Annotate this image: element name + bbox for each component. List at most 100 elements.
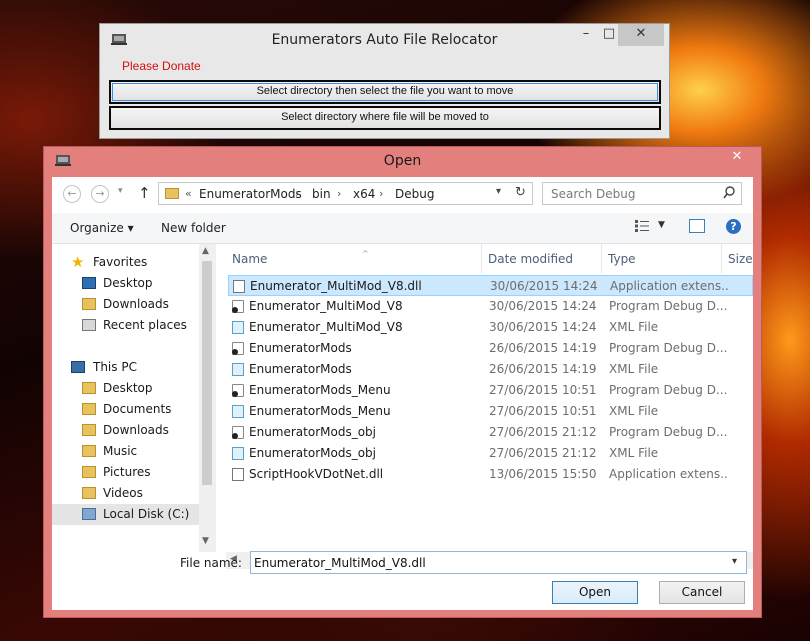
view-dropdown-icon[interactable]: ▼ [658,220,665,230]
file-type: XML File [609,446,659,460]
preview-pane-icon[interactable] [689,219,705,233]
folder-icon [165,188,179,199]
nav-favorites[interactable]: ★ Favorites [52,252,202,273]
file-date: 30/06/2015 14:24 [490,279,598,293]
help-icon[interactable]: ? [726,219,741,234]
view-options-icon[interactable] [635,220,649,232]
star-icon: ★ [71,253,85,271]
column-header-type[interactable]: Type [602,244,722,274]
forward-button[interactable]: → [91,185,109,203]
file-row[interactable]: ScriptHookVDotNet.dll 13/06/2015 15:50 App… [228,464,753,485]
file-date: 26/06/2015 14:19 [489,362,597,376]
nav-item-recent-places[interactable]: Recent places [52,315,202,336]
app-titlebar[interactable]: Enumerators Auto File Relocator – □ ✕ [100,24,669,56]
file-row[interactable]: EnumeratorMods_obj 27/06/2015 21:12 XML Fi… [228,443,753,464]
column-header-date[interactable]: Date modified [482,244,602,274]
column-header-size[interactable]: Size [722,244,753,274]
select-file-button[interactable]: Select directory then select the file yo… [109,80,661,104]
file-date: 30/06/2015 14:24 [489,320,597,334]
file-row[interactable]: EnumeratorMods_Menu 27/06/2015 10:51 XML F… [228,401,753,422]
file-date: 13/06/2015 15:50 [489,467,597,481]
file-row[interactable]: EnumeratorMods 26/06/2015 14:19 Program De… [228,338,753,359]
file-type: Application extens... [609,467,729,481]
file-date: 27/06/2015 21:12 [489,425,597,439]
search-placeholder: Search Debug [551,187,636,201]
breadcrumb-item[interactable]: bin [312,187,331,201]
breadcrumb-separator[interactable]: › [295,187,299,200]
back-button[interactable]: ← [63,185,81,203]
breadcrumb-separator[interactable]: › [337,187,341,200]
recent-places-icon [82,319,96,331]
close-button[interactable]: ✕ [618,24,664,46]
nav-item-local-disk[interactable]: Local Disk (C:) [52,504,202,525]
file-type: Program Debug D... [609,299,728,313]
file-name: EnumeratorMods_obj [249,425,376,439]
file-row[interactable]: Enumerator_MultiMod_V8 30/06/2015 14:24 XM… [228,317,753,338]
file-type: XML File [609,320,659,334]
donate-link[interactable]: Please Donate [122,59,201,73]
nav-item-pictures[interactable]: Pictures [52,462,202,483]
navigation-bar: ← → ▾ ↑ « EnumeratorMods › bin › x64 › D… [52,177,753,213]
file-row[interactable]: EnumeratorMods_obj 27/06/2015 21:12 Progra… [228,422,753,443]
file-date: 27/06/2015 21:12 [489,446,597,460]
breadcrumb-item[interactable]: x64 [353,187,375,201]
open-button[interactable]: Open [552,581,638,604]
up-button[interactable]: ↑ [138,184,151,202]
nav-item-desktop[interactable]: Desktop [52,273,202,294]
nav-item-label: Downloads [103,423,169,437]
file-row[interactable]: Enumerator_MultiMod_V8 30/06/2015 14:24 Pr… [228,296,753,317]
scroll-thumb[interactable] [202,261,212,485]
scroll-up-icon[interactable]: ▲ [202,246,209,256]
file-date: 26/06/2015 14:19 [489,341,597,355]
nav-item-label: Documents [103,402,172,416]
file-row[interactable]: EnumeratorMods_Menu 27/06/2015 10:51 Progr… [228,380,753,401]
cancel-button[interactable]: Cancel [659,581,745,604]
dialog-close-button[interactable]: ✕ [714,147,760,169]
file-row[interactable]: Enumerator_MultiMod_V8.dll 30/06/2015 14:… [228,275,753,296]
xml-file-icon [232,321,244,334]
nav-item-label: Desktop [103,276,153,290]
recent-locations-dropdown[interactable]: ▾ [118,186,123,196]
nav-this-pc[interactable]: This PC [52,357,202,378]
file-date: 30/06/2015 14:24 [489,299,597,313]
refresh-icon[interactable]: ↻ [515,185,526,200]
address-bar[interactable]: « EnumeratorMods › bin › x64 › Debug ▾ ↻ [158,182,533,205]
file-name-input[interactable]: Enumerator_MultiMod_V8.dll ▾ [250,551,747,574]
file-type: Program Debug D... [609,341,728,355]
search-input[interactable]: Search Debug [542,182,742,205]
nav-item-downloads[interactable]: Downloads [52,294,202,315]
nav-item-documents[interactable]: Documents [52,399,202,420]
chevron-down-icon[interactable]: ▾ [732,556,737,567]
nav-item-music[interactable]: Music [52,441,202,462]
nav-item-videos[interactable]: Videos [52,483,202,504]
column-header-name[interactable]: ^ Name [226,244,482,274]
nav-item-label: Recent places [103,318,187,332]
nav-item-downloads[interactable]: Downloads [52,420,202,441]
file-date: 27/06/2015 10:51 [489,383,597,397]
navigation-pane: ★ Favorites Desktop Downloads Recent pla… [52,244,217,552]
file-name-value[interactable]: Enumerator_MultiMod_V8.dll [254,556,426,570]
breadcrumb-item[interactable]: Debug [395,187,434,201]
search-icon[interactable] [723,186,735,200]
downloads-icon [82,298,96,310]
breadcrumb-separator[interactable]: › [379,187,383,200]
organize-menu[interactable]: Organize ▾ [70,221,134,235]
select-destination-button[interactable]: Select directory where file will be move… [109,106,661,130]
folder-icon [82,424,96,436]
nav-pane-scrollbar[interactable]: ▲ ▼ [199,244,216,552]
nav-item-label: Pictures [103,465,151,479]
file-name: EnumeratorMods_Menu [249,383,391,397]
nav-this-pc-label: This PC [93,360,137,374]
chevron-down-icon[interactable]: ▾ [496,186,501,197]
scroll-down-icon[interactable]: ▼ [202,536,209,546]
pdb-file-icon [232,342,244,355]
nav-item-desktop[interactable]: Desktop [52,378,202,399]
computer-icon [71,361,85,373]
new-folder-button[interactable]: New folder [161,221,226,235]
breadcrumb-overflow[interactable]: « [185,187,192,200]
file-name: EnumeratorMods [249,341,352,355]
file-row[interactable]: EnumeratorMods 26/06/2015 14:19 XML File [228,359,753,380]
file-type: Program Debug D... [609,383,728,397]
file-name-label: File name: [180,556,242,570]
breadcrumb-item[interactable]: EnumeratorMods [199,187,302,201]
